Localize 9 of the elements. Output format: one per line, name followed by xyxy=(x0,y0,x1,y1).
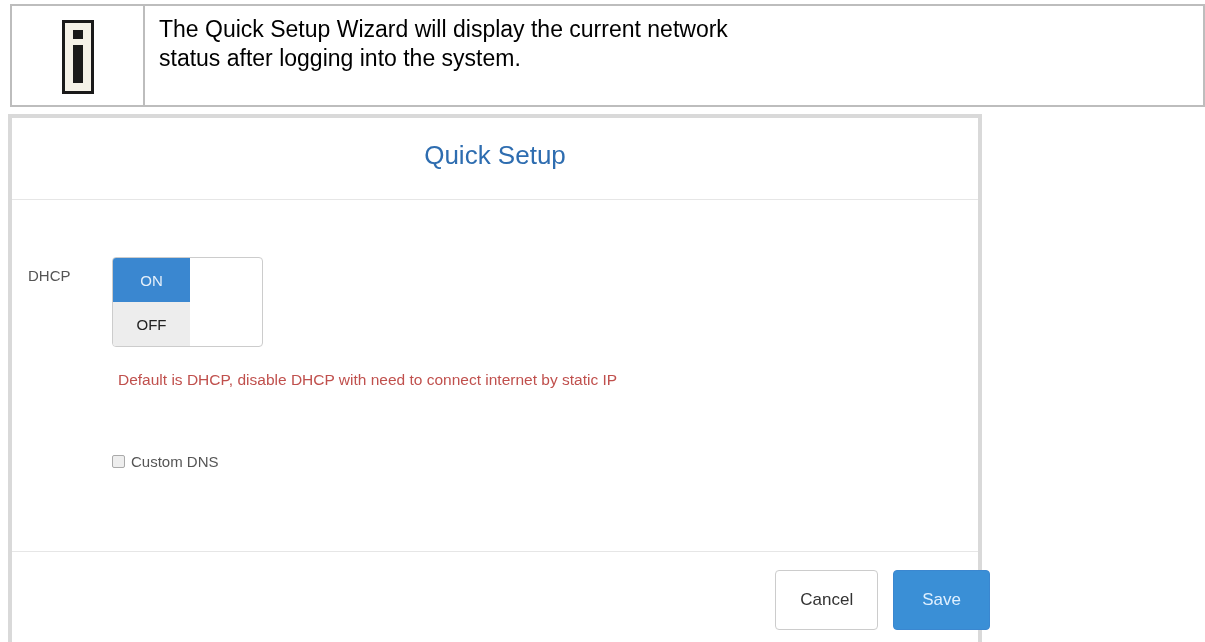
checkbox-label: Custom DNS xyxy=(131,453,219,470)
field-label: DHCP xyxy=(28,266,72,284)
checkbox[interactable] xyxy=(112,455,125,468)
note-text: The Quick Setup Wizard will display the current network status after logging into the system. xyxy=(158,15,729,73)
toggle-option[interactable]: OFF xyxy=(113,302,190,346)
hint-text: Default is DHCP, disable DHCP with need to connect internet by static IP xyxy=(118,371,619,389)
dialog-title: Quick Setup xyxy=(12,118,978,200)
info-icon xyxy=(61,20,94,94)
cancel-button[interactable]: Cancel xyxy=(775,570,879,630)
